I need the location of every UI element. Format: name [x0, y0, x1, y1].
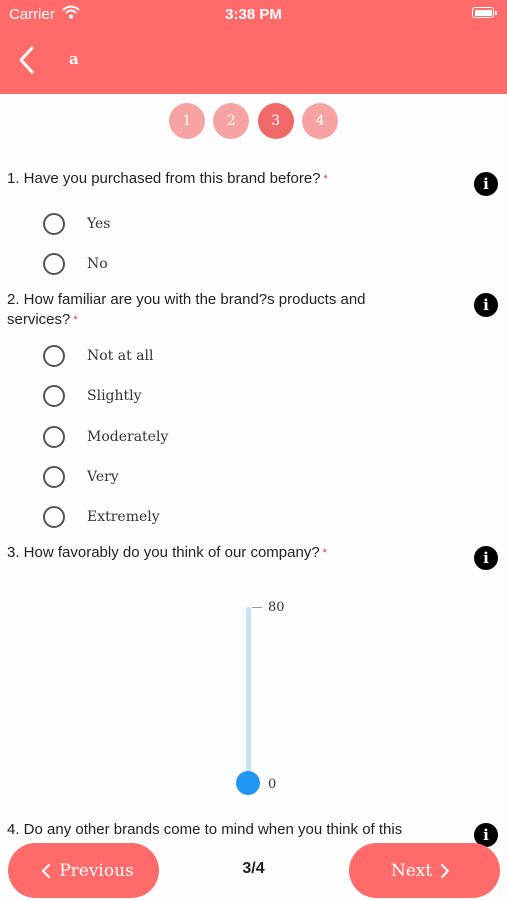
battery-icon [472, 7, 497, 18]
question-4-text: 4. Do any other brands come to mind when… [7, 821, 403, 838]
next-label: Next [390, 860, 433, 881]
option-not-at-all[interactable]: Not at all [43, 342, 153, 370]
chevron-left-icon [19, 46, 34, 74]
option-label: Slightly [87, 388, 142, 404]
back-button[interactable] [14, 44, 44, 76]
step-2[interactable]: 2 [213, 103, 250, 139]
status-time: 3:38 PM [225, 6, 282, 23]
required-marker: * [73, 314, 78, 326]
slider-max-label: 80 [268, 600, 285, 615]
next-button[interactable]: Next [349, 843, 500, 898]
radio-button[interactable] [43, 253, 65, 275]
required-marker: * [322, 547, 327, 559]
option-label: Very [87, 469, 119, 485]
radio-button[interactable] [43, 213, 65, 235]
step-3[interactable]: 3 [257, 103, 294, 139]
required-marker: * [323, 173, 328, 185]
question-4: 4. Do any other brands come to mind when… [7, 820, 427, 840]
option-label: Yes [87, 216, 111, 232]
question-3-text: 3. How favorably do you think of our com… [7, 544, 320, 561]
option-label: Extremely [87, 509, 160, 525]
question-2: 2. How familiar are you with the brand?s… [7, 290, 427, 330]
question-2-text: 2. How familiar are you with the brand?s… [7, 291, 366, 328]
radio-button[interactable] [43, 426, 65, 448]
option-slightly[interactable]: Slightly [43, 382, 142, 410]
info-icon[interactable]: i [474, 546, 498, 570]
info-icon[interactable]: i [474, 293, 498, 317]
chevron-right-icon [441, 863, 450, 878]
radio-button[interactable] [43, 506, 65, 528]
nav-header: Carrier 3:38 PM a [0, 0, 507, 94]
slider-track[interactable] [246, 607, 251, 783]
option-extremely[interactable]: Extremely [43, 503, 160, 531]
page-title: a [69, 50, 79, 68]
slider-thumb[interactable] [236, 771, 260, 795]
slider-max-tick [252, 607, 262, 608]
option-no[interactable]: No [43, 250, 108, 278]
option-yes[interactable]: Yes [43, 210, 111, 238]
option-label: Not at all [87, 348, 154, 364]
option-label: No [87, 256, 108, 272]
option-label: Moderately [87, 429, 169, 445]
radio-button[interactable] [43, 466, 65, 488]
step-4[interactable]: 4 [302, 103, 339, 139]
question-1: 1. Have you purchased from this brand be… [7, 169, 427, 189]
step-1[interactable]: 1 [168, 103, 205, 139]
option-moderately[interactable]: Moderately [43, 423, 168, 451]
footer-nav: Previous 3/4 Next [0, 838, 507, 900]
radio-button[interactable] [43, 345, 65, 367]
option-very[interactable]: Very [43, 463, 119, 491]
slider-min-label: 0 [268, 777, 277, 792]
info-icon[interactable]: i [474, 172, 498, 196]
question-1-text: 1. Have you purchased from this brand be… [7, 170, 321, 187]
radio-button[interactable] [43, 385, 65, 407]
step-indicator: 1 2 3 4 [0, 103, 507, 139]
question-3: 3. How favorably do you think of our com… [7, 543, 427, 563]
